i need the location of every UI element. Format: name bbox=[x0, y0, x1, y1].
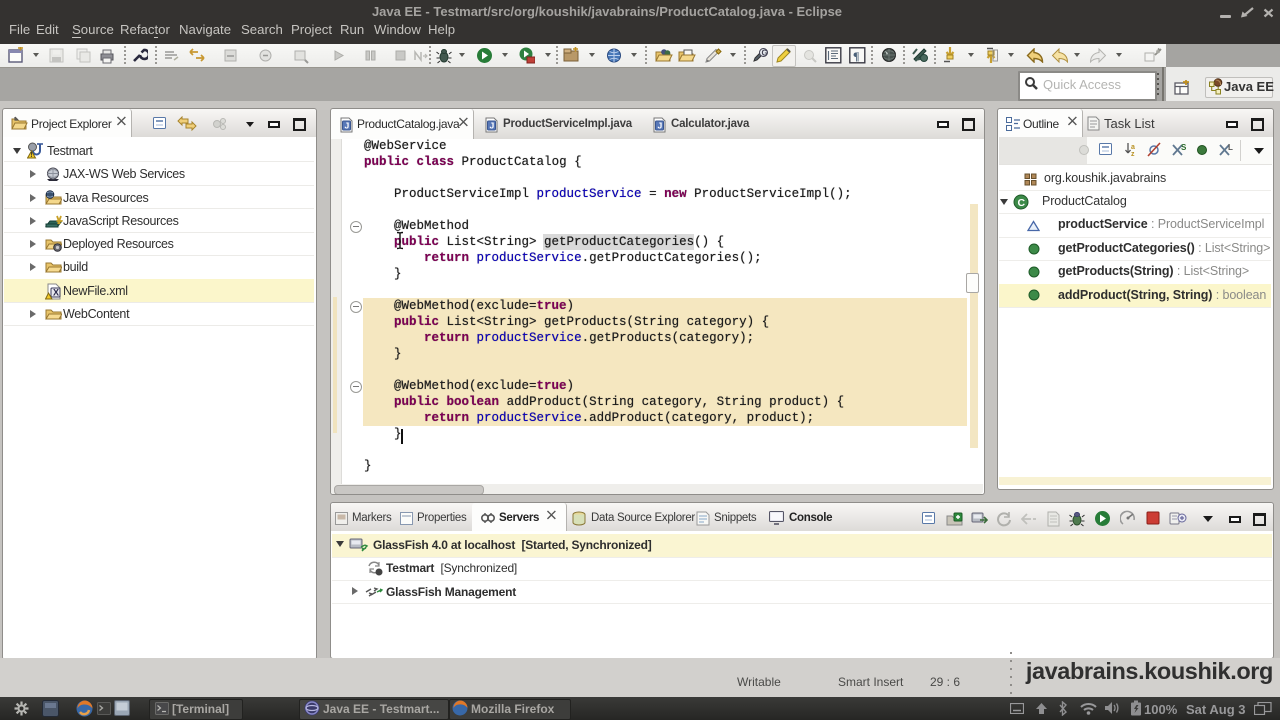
svg-text:!: ! bbox=[30, 152, 32, 159]
svg-text:L: L bbox=[1228, 143, 1233, 152]
svg-text:C: C bbox=[1018, 197, 1026, 209]
svg-text:J: J bbox=[490, 121, 495, 131]
svg-text:J: J bbox=[658, 121, 663, 131]
svg-text:X: X bbox=[53, 288, 59, 298]
svg-text:z: z bbox=[1131, 151, 1135, 157]
svg-text:J: J bbox=[345, 121, 350, 131]
svg-text:a: a bbox=[1131, 144, 1135, 151]
svg-text:G: G bbox=[762, 49, 768, 58]
svg-text:¶: ¶ bbox=[853, 49, 859, 63]
svg-text:S: S bbox=[1181, 143, 1186, 152]
